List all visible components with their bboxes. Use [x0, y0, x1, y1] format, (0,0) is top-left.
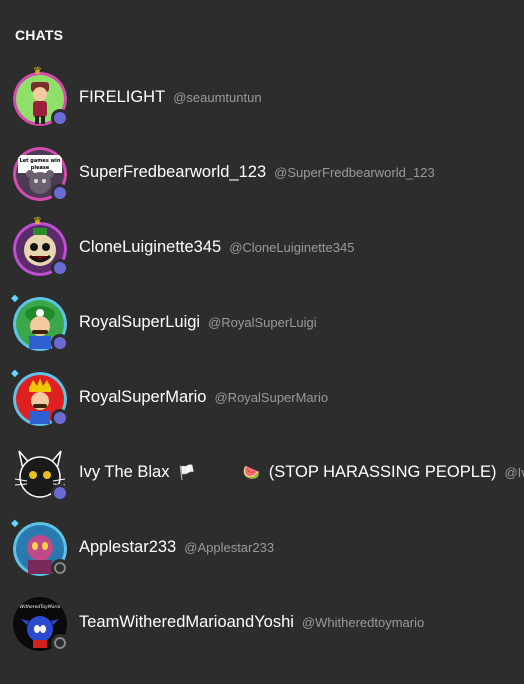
online-status-icon [51, 259, 69, 277]
display-name: SuperFredbearworld_123 [79, 163, 267, 181]
chat-row-text: FIRELIGHT @seaumtuntun [79, 60, 524, 135]
display-name: CloneLuiginette345 [79, 238, 222, 256]
online-status-icon [51, 409, 69, 427]
display-name: RoyalSuperLuigi [79, 313, 201, 331]
svg-text:WitheredToyMario: WitheredToyMario [20, 604, 61, 610]
gem-icon: ◆ [11, 293, 19, 304]
online-status-icon [51, 484, 69, 502]
username: @RoyalSuperMario [214, 390, 329, 405]
chat-row-text: RoyalSuperLuigi @RoyalSuperLuigi [79, 285, 524, 360]
username: @CloneLuiginette345 [229, 240, 355, 255]
avatar-container: ♛ [13, 217, 69, 277]
display-name: Ivy The Blax 🏳️ 🍉 (STOP HARASSING PEOPLE… [79, 463, 496, 482]
avatar-container: WitheredToyMario [13, 597, 69, 652]
svg-text:please: please [31, 165, 50, 171]
avatar-container: Let games win please [13, 147, 69, 202]
chat-row-cloneluiginette[interactable]: ♛ CloneLuiginette345 @CloneLuiginette345 [0, 210, 524, 285]
display-name-part2: (STOP HARASSING PEOPLE) [268, 463, 497, 481]
avatar-container [13, 447, 69, 502]
crown-icon: ♛ [33, 66, 42, 77]
display-name: FIRELIGHT [79, 88, 166, 106]
username: @IveeT [504, 465, 524, 480]
online-status-icon [51, 109, 69, 127]
username: @SuperFredbearworld_123 [274, 165, 435, 180]
display-name: RoyalSuperMario [79, 388, 207, 406]
chat-row-text: TeamWitheredMarioandYoshi @Whitheredtoym… [79, 585, 524, 660]
watermelon-icon: 🍉 [242, 464, 261, 480]
chat-row-text: Ivy The Blax 🏳️ 🍉 (STOP HARASSING PEOPLE… [79, 435, 524, 510]
chat-row-superfredbearworld[interactable]: Let games win please SuperFredbearworld_… [0, 135, 524, 210]
chat-row-teamwitheredmarioandyoshi[interactable]: WitheredToyMario TeamWitheredMarioandYos… [0, 585, 524, 660]
avatar-container: ◆ [11, 518, 69, 577]
chat-row-text: Applestar233 @Applestar233 [79, 510, 524, 585]
chats-panel: CHATS ♛ FIRELIGHT @seaumtuntun Let games… [0, 0, 524, 684]
chat-row-text: CloneLuiginette345 @CloneLuiginette345 [79, 210, 524, 285]
display-name-part1: Ivy The Blax [79, 463, 170, 481]
username: @Applestar233 [184, 540, 275, 555]
chat-row-text: RoyalSuperMario @RoyalSuperMario [79, 360, 524, 435]
online-status-icon [51, 334, 69, 352]
gem-icon: ◆ [11, 368, 19, 379]
chat-row-royalsuperluigi[interactable]: ◆ RoyalSuperLuigi @RoyalSuperLuigi [0, 285, 524, 360]
chat-list: ♛ FIRELIGHT @seaumtuntun Let games win p… [0, 60, 524, 660]
username: @seaumtuntun [173, 90, 262, 105]
avatar-container: ◆ [11, 293, 69, 352]
online-status-icon [51, 184, 69, 202]
chat-row-text: SuperFredbearworld_123 @SuperFredbearwor… [79, 135, 524, 210]
offline-status-icon [51, 559, 69, 577]
username: @RoyalSuperLuigi [208, 315, 317, 330]
username: @Whitheredtoymario [301, 615, 425, 630]
chat-row-ivy-the-blax[interactable]: Ivy The Blax 🏳️ 🍉 (STOP HARASSING PEOPLE… [0, 435, 524, 510]
crown-icon: ♛ [33, 216, 42, 227]
svg-text:Let games win: Let games win [20, 158, 61, 164]
offline-status-icon [51, 634, 69, 652]
display-name: Applestar233 [79, 538, 177, 556]
chat-row-royalsupermario[interactable]: ◆ RoyalSuperMario @RoyalSuperMario [0, 360, 524, 435]
avatar-container: ♛ [13, 67, 69, 127]
chat-row-applestar[interactable]: ◆ Applestar233 @Applestar233 [0, 510, 524, 585]
display-name: TeamWitheredMarioandYoshi [79, 613, 294, 631]
white-flag-icon: 🏳️ [178, 464, 196, 480]
avatar-container: ◆ [11, 368, 69, 427]
chat-row-firelight[interactable]: ♛ FIRELIGHT @seaumtuntun [0, 60, 524, 135]
section-title: CHATS [15, 27, 64, 43]
gem-icon: ◆ [11, 518, 19, 529]
